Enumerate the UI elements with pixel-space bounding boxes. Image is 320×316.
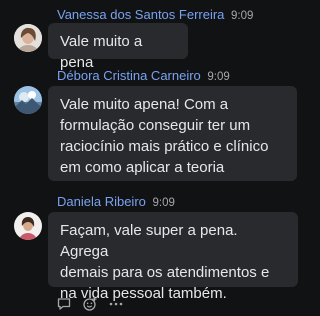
reply-button[interactable]	[55, 295, 73, 313]
author-name[interactable]: Débora Cristina Carneiro	[57, 68, 201, 83]
chat-thread: Vanessa dos Santos Ferreira 9:09 Vale mu…	[0, 0, 311, 316]
avatar-photo-icon	[14, 86, 42, 114]
message-text: Vale muito a pena	[60, 33, 143, 71]
emoji-reaction-icon	[83, 297, 97, 311]
more-options-button[interactable]	[107, 295, 125, 313]
message-bubble: Vale muito a pena	[48, 23, 188, 71]
more-options-icon	[109, 302, 123, 306]
message-header: Débora Cristina Carneiro 9:09	[57, 68, 230, 85]
message-actions	[55, 295, 125, 313]
avatar[interactable]	[14, 212, 42, 240]
message-header: Vanessa dos Santos Ferreira 9:09	[57, 7, 253, 24]
message-time: 9:09	[152, 197, 175, 209]
message-bubble: Façam, vale super a pena. Agrega demais …	[48, 212, 298, 302]
message-time: 9:09	[231, 10, 254, 22]
message-bubble: Vale muito apena! Com a formulação conse…	[48, 86, 297, 181]
avatar-photo-icon	[14, 24, 42, 52]
message-header: Daniela Ribeiro 9:09	[57, 194, 175, 211]
avatar-photo-icon	[14, 212, 42, 240]
message-text: Vale muito apena! Com a formulação conse…	[60, 96, 269, 176]
avatar[interactable]	[14, 86, 42, 114]
message-time: 9:09	[207, 71, 230, 83]
emoji-reaction-button[interactable]	[81, 295, 99, 313]
message-text: Façam, vale super a pena. Agrega demais …	[60, 222, 270, 302]
reply-icon	[57, 298, 71, 310]
author-name[interactable]: Vanessa dos Santos Ferreira	[57, 7, 224, 22]
avatar[interactable]	[14, 24, 42, 52]
author-name[interactable]: Daniela Ribeiro	[57, 194, 146, 209]
